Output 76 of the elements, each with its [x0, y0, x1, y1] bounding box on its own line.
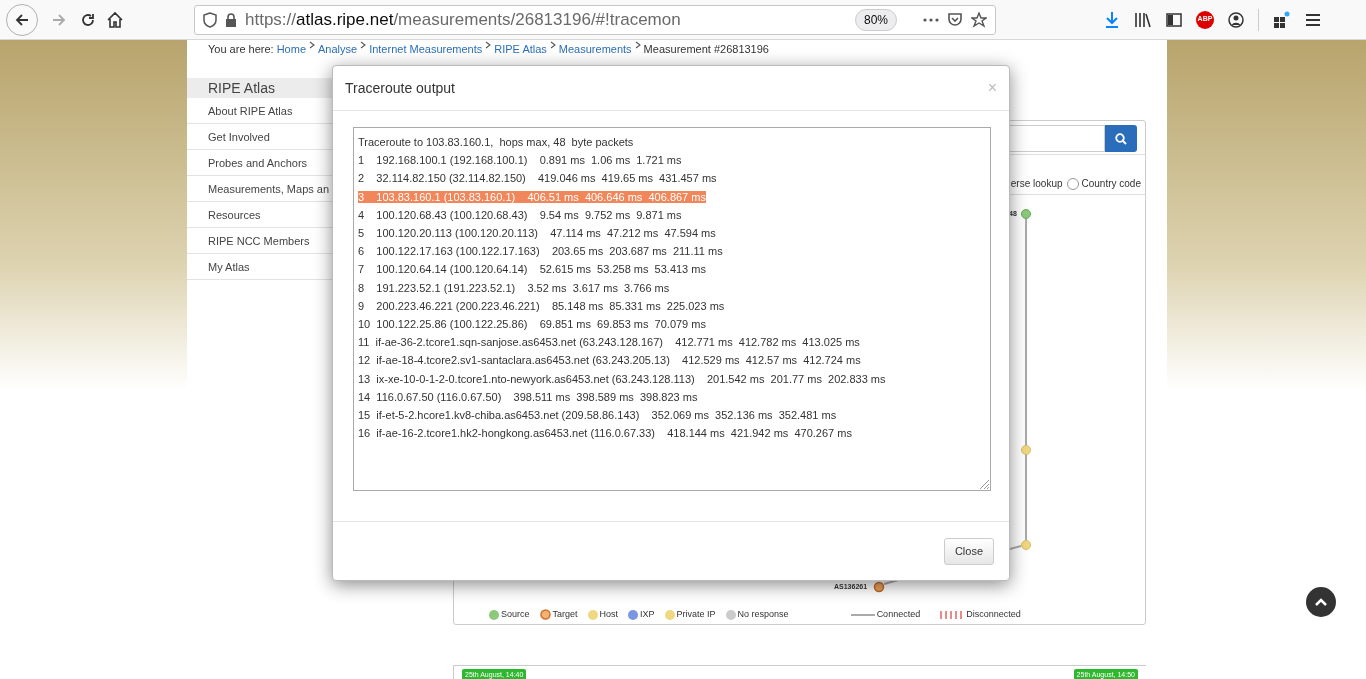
sidebar-icon[interactable] — [1166, 12, 1182, 27]
legend-label: Private IP — [676, 608, 716, 621]
legend-dot-icon — [628, 609, 639, 620]
legend-label: IXP — [640, 608, 655, 621]
graph-node — [1021, 540, 1031, 550]
legend-label: Host — [599, 608, 619, 621]
resize-handle-icon — [978, 478, 990, 490]
legend-label: No response — [737, 608, 789, 621]
breadcrumb-link[interactable]: Measurements — [558, 41, 632, 58]
star-icon[interactable] — [971, 11, 987, 28]
output-line: 4 100.120.68.43 (100.120.68.43) 9.54 ms 9.752 ms 9.871 ms — [358, 208, 682, 221]
graph-node — [1021, 209, 1031, 219]
close-dialog-button[interactable]: Close — [943, 537, 994, 565]
breadcrumb-link[interactable]: Internet Measurements — [369, 41, 483, 58]
breadcrumb-chevron-icon — [549, 41, 556, 49]
output-line: 14 116.0.67.50 (116.0.67.50) 398.511 ms 398.589 ms 398.823 ms — [358, 390, 698, 403]
breadcrumb-chevron-icon — [309, 41, 315, 49]
address-bar[interactable]: https://atlas.ripe.net/measurements/26813196/#!tracemon 80% — [194, 4, 996, 35]
lock-icon — [225, 12, 237, 27]
menu-icon[interactable] — [1305, 12, 1321, 27]
breadcrumb-link[interactable]: RIPE Atlas — [494, 41, 547, 58]
breadcrumb-chevron-icon — [360, 41, 367, 49]
breadcrumb-current: Measurement #26813196 — [643, 42, 769, 57]
library-icon[interactable] — [1134, 11, 1152, 28]
legend-ring-icon — [539, 609, 551, 621]
legend-dashed-line-icon — [940, 610, 965, 619]
search-button[interactable] — [1105, 125, 1137, 152]
output-line: 13 ix-xe-10-0-1-2-0.tcore1.nto-newyork.as6453.net (63.243.128.113) 201.542 ms 201.77 ms 202.833 ms — [358, 372, 886, 385]
forward-arrow-icon — [51, 11, 67, 28]
zoom-badge[interactable]: 80% — [854, 8, 897, 31]
breadcrumb-chevron-icon — [634, 41, 641, 49]
legend-dot-icon — [664, 609, 675, 620]
output-line: 11 if-ae-36-2.tcore1.sqn-sanjose.as6453.net (63.243.128.167) 412.771 ms 412.782 ms 413.025 ms — [358, 336, 860, 349]
output-line: 15 if-et-5-2.hcore1.kv8-chiba.as6453.net (209.58.86.143) 352.069 ms 352.136 ms 352.481 ms — [358, 409, 837, 422]
url-text: https://atlas.ripe.net/measurements/26813196/#!tracemon — [245, 8, 681, 31]
graph-node — [873, 581, 885, 593]
more-icon[interactable] — [923, 17, 939, 22]
sidebar-title: RIPE Atlas — [187, 78, 333, 98]
home-icon[interactable] — [106, 10, 124, 29]
breadcrumb-link[interactable]: Analyse — [318, 41, 358, 58]
download-icon[interactable] — [1104, 10, 1120, 29]
account-icon[interactable] — [1228, 11, 1244, 28]
breadcrumb-chevron-icon — [485, 41, 492, 49]
legend-dot-icon — [725, 609, 736, 620]
output-line: 5 100.120.20.113 (100.120.20.113) 47.114 ms 47.212 ms 47.594 ms — [358, 227, 716, 239]
pocket-icon[interactable] — [947, 11, 963, 28]
legend-label: Connected — [876, 608, 921, 621]
legend-label: Source — [501, 608, 530, 621]
output-line: Traceroute to 103.83.160.1, hops max, 48 byte packets — [358, 136, 634, 148]
radio-option[interactable]: Country code — [1066, 176, 1141, 191]
shield-icon — [203, 11, 217, 28]
output-area[interactable] — [353, 127, 991, 491]
output-line: 9 200.223.46.221 (200.223.46.221) 85.148 ms 85.331 ms 225.023 ms — [358, 299, 725, 312]
output-line: 8 191.223.52.1 (191.223.52.1) 3.52 ms 3.617 ms 3.766 ms — [358, 281, 670, 294]
output-line: 7 100.120.64.14 (100.120.64.14) 52.615 ms 53.258 ms 53.413 ms — [358, 263, 706, 276]
output-line: 10 100.122.25.86 (100.122.25.86) 69.851 ms 69.853 ms 70.079 ms — [358, 318, 706, 331]
extensions-icon[interactable] — [1273, 10, 1291, 29]
graph-node — [1021, 445, 1031, 455]
breadcrumb-link[interactable]: Home — [276, 41, 306, 58]
reload-icon[interactable] — [80, 11, 96, 28]
output-line: 2 32.114.82.150 (32.114.82.150) 419.046 ms 419.65 ms 431.457 ms — [358, 172, 717, 185]
breadcrumb-label: You are here: — [208, 42, 274, 57]
legend-line-icon — [850, 613, 875, 616]
output-line: 16 if-ae-16-2.tcore1.hk2-hongkong.as6453.net (116.0.67.33) 418.144 ms 421.942 ms 470.267 ms — [358, 427, 852, 440]
modal-title: Traceroute output — [345, 78, 455, 98]
back-arrow-icon — [14, 11, 30, 28]
legend-dot-icon — [489, 609, 499, 620]
search-icon — [1115, 132, 1127, 145]
option-label: erse lookup — [1010, 177, 1063, 191]
legend-label: Target — [552, 608, 578, 621]
output-line: 6 100.122.17.163 (100.122.17.163) 203.65 ms 203.687 ms 211.11 ms — [358, 245, 723, 258]
output-line: 12 if-ae-18-4.tcore2.sv1-santaclara.as6453.net (63.243.205.13) 412.529 ms 412.57 ms 412.724 ms — [358, 354, 861, 367]
output-line: 1 192.168.100.1 (192.168.100.1) 0.891 ms 1.06 ms 1.721 ms — [358, 154, 682, 167]
legend-label: Disconnected — [966, 608, 1021, 621]
chevron-up-icon — [1314, 597, 1328, 607]
legend-dot-icon — [587, 609, 598, 620]
